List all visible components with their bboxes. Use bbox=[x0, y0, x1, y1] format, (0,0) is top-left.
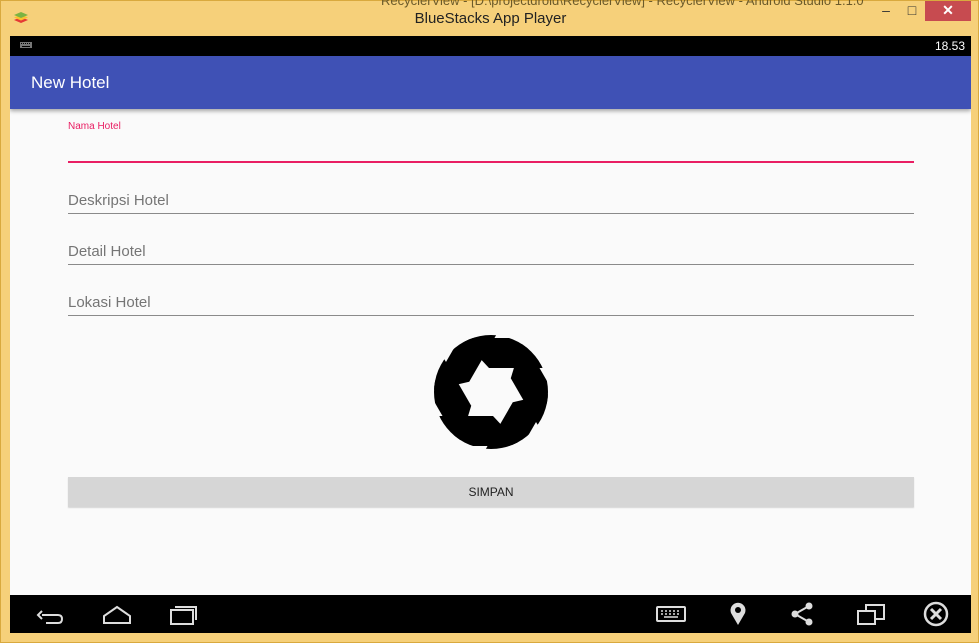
lokasi-hotel-placeholder: Lokasi Hotel bbox=[68, 294, 151, 311]
deskripsi-hotel-underline bbox=[68, 213, 914, 214]
bluestacks-window: RecyclerView - [D:\projectdroid\Recycler… bbox=[0, 0, 979, 643]
home-icon[interactable] bbox=[102, 601, 132, 627]
location-pin-icon[interactable] bbox=[723, 601, 753, 627]
keyboard-status-icon bbox=[20, 42, 32, 48]
simpan-button[interactable]: SIMPAN bbox=[68, 477, 914, 507]
android-navigation-bar bbox=[10, 595, 971, 633]
window-title: BlueStacks App Player bbox=[414, 10, 567, 27]
minimize-button[interactable]: – bbox=[873, 1, 899, 21]
lokasi-hotel-field[interactable]: Lokasi Hotel bbox=[68, 290, 914, 316]
lokasi-hotel-underline bbox=[68, 315, 914, 316]
close-circle-icon[interactable] bbox=[921, 601, 951, 627]
close-button[interactable]: ✕ bbox=[925, 1, 971, 21]
maximize-button[interactable]: □ bbox=[899, 1, 925, 21]
recent-apps-icon[interactable] bbox=[168, 601, 198, 627]
detail-hotel-underline bbox=[68, 264, 914, 265]
back-icon[interactable] bbox=[34, 601, 64, 627]
deskripsi-hotel-placeholder: Deskripsi Hotel bbox=[68, 192, 169, 209]
status-bar: 18.53 bbox=[10, 36, 971, 56]
nama-hotel-field[interactable]: Nama Hotel bbox=[68, 121, 914, 164]
keyboard-icon[interactable] bbox=[656, 601, 686, 627]
detail-hotel-field[interactable]: Detail Hotel bbox=[68, 239, 914, 265]
detail-hotel-placeholder: Detail Hotel bbox=[68, 243, 146, 260]
android-screen: 18.53 New Hotel Nama Hotel Deskripsi Hot… bbox=[10, 36, 971, 633]
nama-hotel-underline bbox=[68, 161, 914, 163]
status-clock: 18.53 bbox=[934, 39, 965, 53]
app-toolbar: New Hotel bbox=[10, 56, 971, 109]
page-title: New Hotel bbox=[31, 73, 110, 92]
camera-shutter-icon[interactable] bbox=[433, 334, 549, 450]
screen-rotate-icon[interactable] bbox=[856, 601, 886, 627]
window-titlebar[interactable]: RecyclerView - [D:\projectdroid\Recycler… bbox=[1, 0, 979, 36]
nama-hotel-label: Nama Hotel bbox=[68, 121, 121, 132]
share-icon[interactable] bbox=[787, 601, 817, 627]
deskripsi-hotel-field[interactable]: Deskripsi Hotel bbox=[68, 188, 914, 214]
